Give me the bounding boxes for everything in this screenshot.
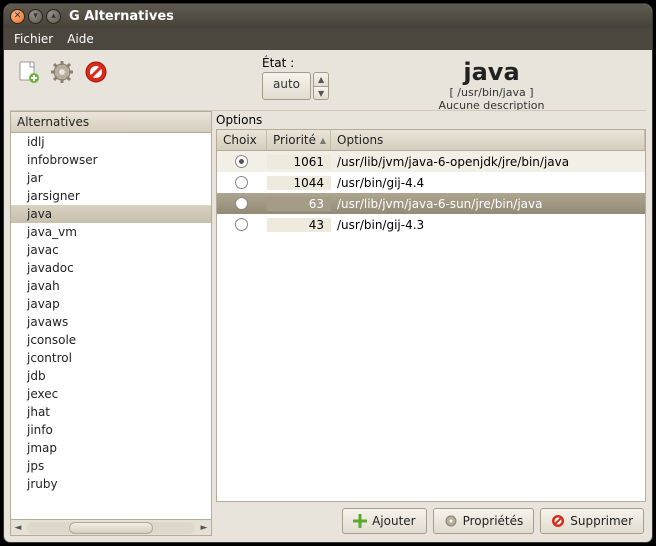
sidebar-item-jarsigner[interactable]: jarsigner	[11, 187, 211, 205]
add-button[interactable]: Ajouter	[342, 508, 427, 534]
cell-path: /usr/bin/gij-4.3	[331, 218, 645, 232]
properties-label: Propriétés	[463, 514, 524, 528]
forbidden-icon	[551, 514, 565, 528]
menubar: Fichier Aide	[4, 28, 652, 50]
delete-label: Supprimer	[570, 514, 633, 528]
options-title: Options	[216, 111, 646, 129]
options-table: Choix Priorité▲ Options 1061/usr/lib/jvm…	[216, 129, 646, 502]
sidebar-item-jdb[interactable]: jdb	[11, 367, 211, 385]
sidebar-item-jps[interactable]: jps	[11, 457, 211, 475]
sidebar-item-javaws[interactable]: javaws	[11, 313, 211, 331]
col-choice[interactable]: Choix	[217, 130, 267, 150]
chevron-right-icon[interactable]: ►	[197, 523, 211, 533]
sidebar-item-infobrowser[interactable]: infobrowser	[11, 151, 211, 169]
alternatives-list[interactable]: idljinfobrowserjarjarsignerjavajava_vmja…	[10, 133, 212, 520]
close-icon[interactable]: ✕	[10, 9, 25, 24]
spin-down-icon[interactable]: ▼	[313, 86, 329, 100]
cell-path: /usr/bin/gij-4.4	[331, 176, 645, 190]
radio-button[interactable]	[235, 176, 248, 189]
maximize-icon[interactable]: ▴	[46, 9, 61, 24]
menu-file[interactable]: Fichier	[8, 30, 59, 48]
titlebar[interactable]: ✕ ▾ ▴ G Alternatives	[4, 4, 652, 28]
spin-up-icon[interactable]: ▲	[313, 72, 329, 86]
properties-button[interactable]: Propriétés	[433, 508, 535, 534]
radio-button[interactable]	[235, 218, 248, 231]
add-label: Ajouter	[372, 514, 416, 528]
gear-icon	[444, 514, 458, 528]
minimize-icon[interactable]: ▾	[28, 9, 43, 24]
gear-icon[interactable]	[48, 58, 76, 86]
table-row[interactable]: 63/usr/lib/jvm/java-6-sun/jre/bin/java	[217, 193, 645, 214]
sidebar-item-jinfo[interactable]: jinfo	[11, 421, 211, 439]
table-row[interactable]: 43/usr/bin/gij-4.3	[217, 214, 645, 235]
cell-priority: 1044	[267, 176, 331, 190]
sidebar-item-javap[interactable]: javap	[11, 295, 211, 313]
sidebar-item-javah[interactable]: javah	[11, 277, 211, 295]
plus-icon	[353, 514, 367, 528]
sidebar-item-java[interactable]: java	[11, 205, 211, 223]
page-path: [ /usr/bin/java ]	[337, 86, 646, 99]
page-title: java	[337, 58, 646, 86]
forbidden-icon[interactable]	[82, 58, 110, 86]
col-path[interactable]: Options	[331, 130, 645, 150]
radio-button[interactable]	[235, 155, 248, 168]
new-icon[interactable]	[14, 58, 42, 86]
col-priority[interactable]: Priorité▲	[267, 130, 331, 150]
state-value[interactable]: auto	[262, 72, 311, 100]
app-window: ✕ ▾ ▴ G Alternatives Fichier Aide État	[4, 4, 652, 542]
menu-help[interactable]: Aide	[61, 30, 100, 48]
sidebar-item-jmap[interactable]: jmap	[11, 439, 211, 457]
sidebar-item-idlj[interactable]: idlj	[11, 133, 211, 151]
sort-asc-icon: ▲	[320, 136, 326, 145]
cell-path: /usr/lib/jvm/java-6-sun/jre/bin/java	[331, 197, 645, 211]
window-title: G Alternatives	[69, 9, 174, 24]
sidebar-item-jhat[interactable]: jhat	[11, 403, 211, 421]
sidebar-item-jcontrol[interactable]: jcontrol	[11, 349, 211, 367]
sidebar-item-jruby[interactable]: jruby	[11, 475, 211, 493]
delete-button[interactable]: Supprimer	[540, 508, 644, 534]
scroll-thumb[interactable]	[69, 522, 153, 534]
sidebar-item-java_vm[interactable]: java_vm	[11, 223, 211, 241]
sidebar-item-javadoc[interactable]: javadoc	[11, 259, 211, 277]
cell-priority: 63	[267, 197, 331, 211]
chevron-left-icon[interactable]: ◄	[11, 523, 25, 533]
cell-path: /usr/lib/jvm/java-6-openjdk/jre/bin/java	[331, 155, 645, 169]
state-label: État :	[262, 56, 294, 70]
table-row[interactable]: 1044/usr/bin/gij-4.4	[217, 172, 645, 193]
sidebar-item-javac[interactable]: javac	[11, 241, 211, 259]
cell-priority: 43	[267, 218, 331, 232]
sidebar-title: Alternatives	[10, 111, 212, 133]
sidebar-item-jexec[interactable]: jexec	[11, 385, 211, 403]
sidebar-item-jconsole[interactable]: jconsole	[11, 331, 211, 349]
radio-button[interactable]	[235, 197, 248, 210]
sidebar-item-jar[interactable]: jar	[11, 169, 211, 187]
table-row[interactable]: 1061/usr/lib/jvm/java-6-openjdk/jre/bin/…	[217, 151, 645, 172]
h-scrollbar[interactable]: ◄ ►	[10, 520, 212, 536]
cell-priority: 1061	[267, 155, 331, 169]
